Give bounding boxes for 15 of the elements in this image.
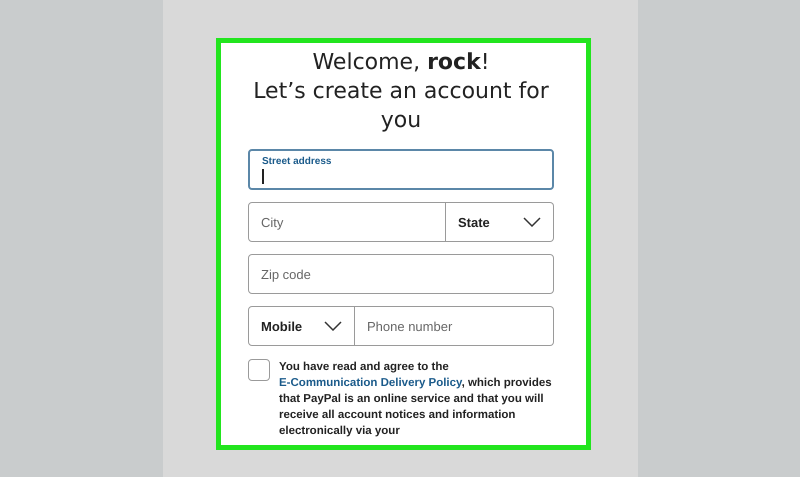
chevron-down-icon	[324, 321, 342, 331]
subtitle-heading: Let’s create an account for you	[252, 78, 550, 135]
street-address-label: Street address	[262, 156, 332, 167]
phone-type-dropdown[interactable]: Mobile	[248, 306, 355, 346]
welcome-heading: Welcome, rock!	[312, 49, 490, 77]
agreement-text: You have read and agree to the E-Communication Delivery Policy, which provides that PayPal is an online service and that you will receive all account notices and information electronically via your	[279, 360, 553, 439]
street-address-field[interactable]: Street address	[248, 149, 554, 190]
text-cursor	[262, 169, 264, 184]
phone-number-field[interactable]: Phone number	[355, 306, 554, 346]
city-field[interactable]: City	[248, 202, 446, 242]
state-dropdown[interactable]: State	[446, 202, 554, 242]
policy-link[interactable]: E-Communication Delivery Policy	[279, 377, 462, 389]
zip-code-field[interactable]: Zip code	[248, 254, 554, 294]
chevron-down-icon	[523, 217, 541, 227]
agreement-checkbox[interactable]	[248, 359, 270, 381]
